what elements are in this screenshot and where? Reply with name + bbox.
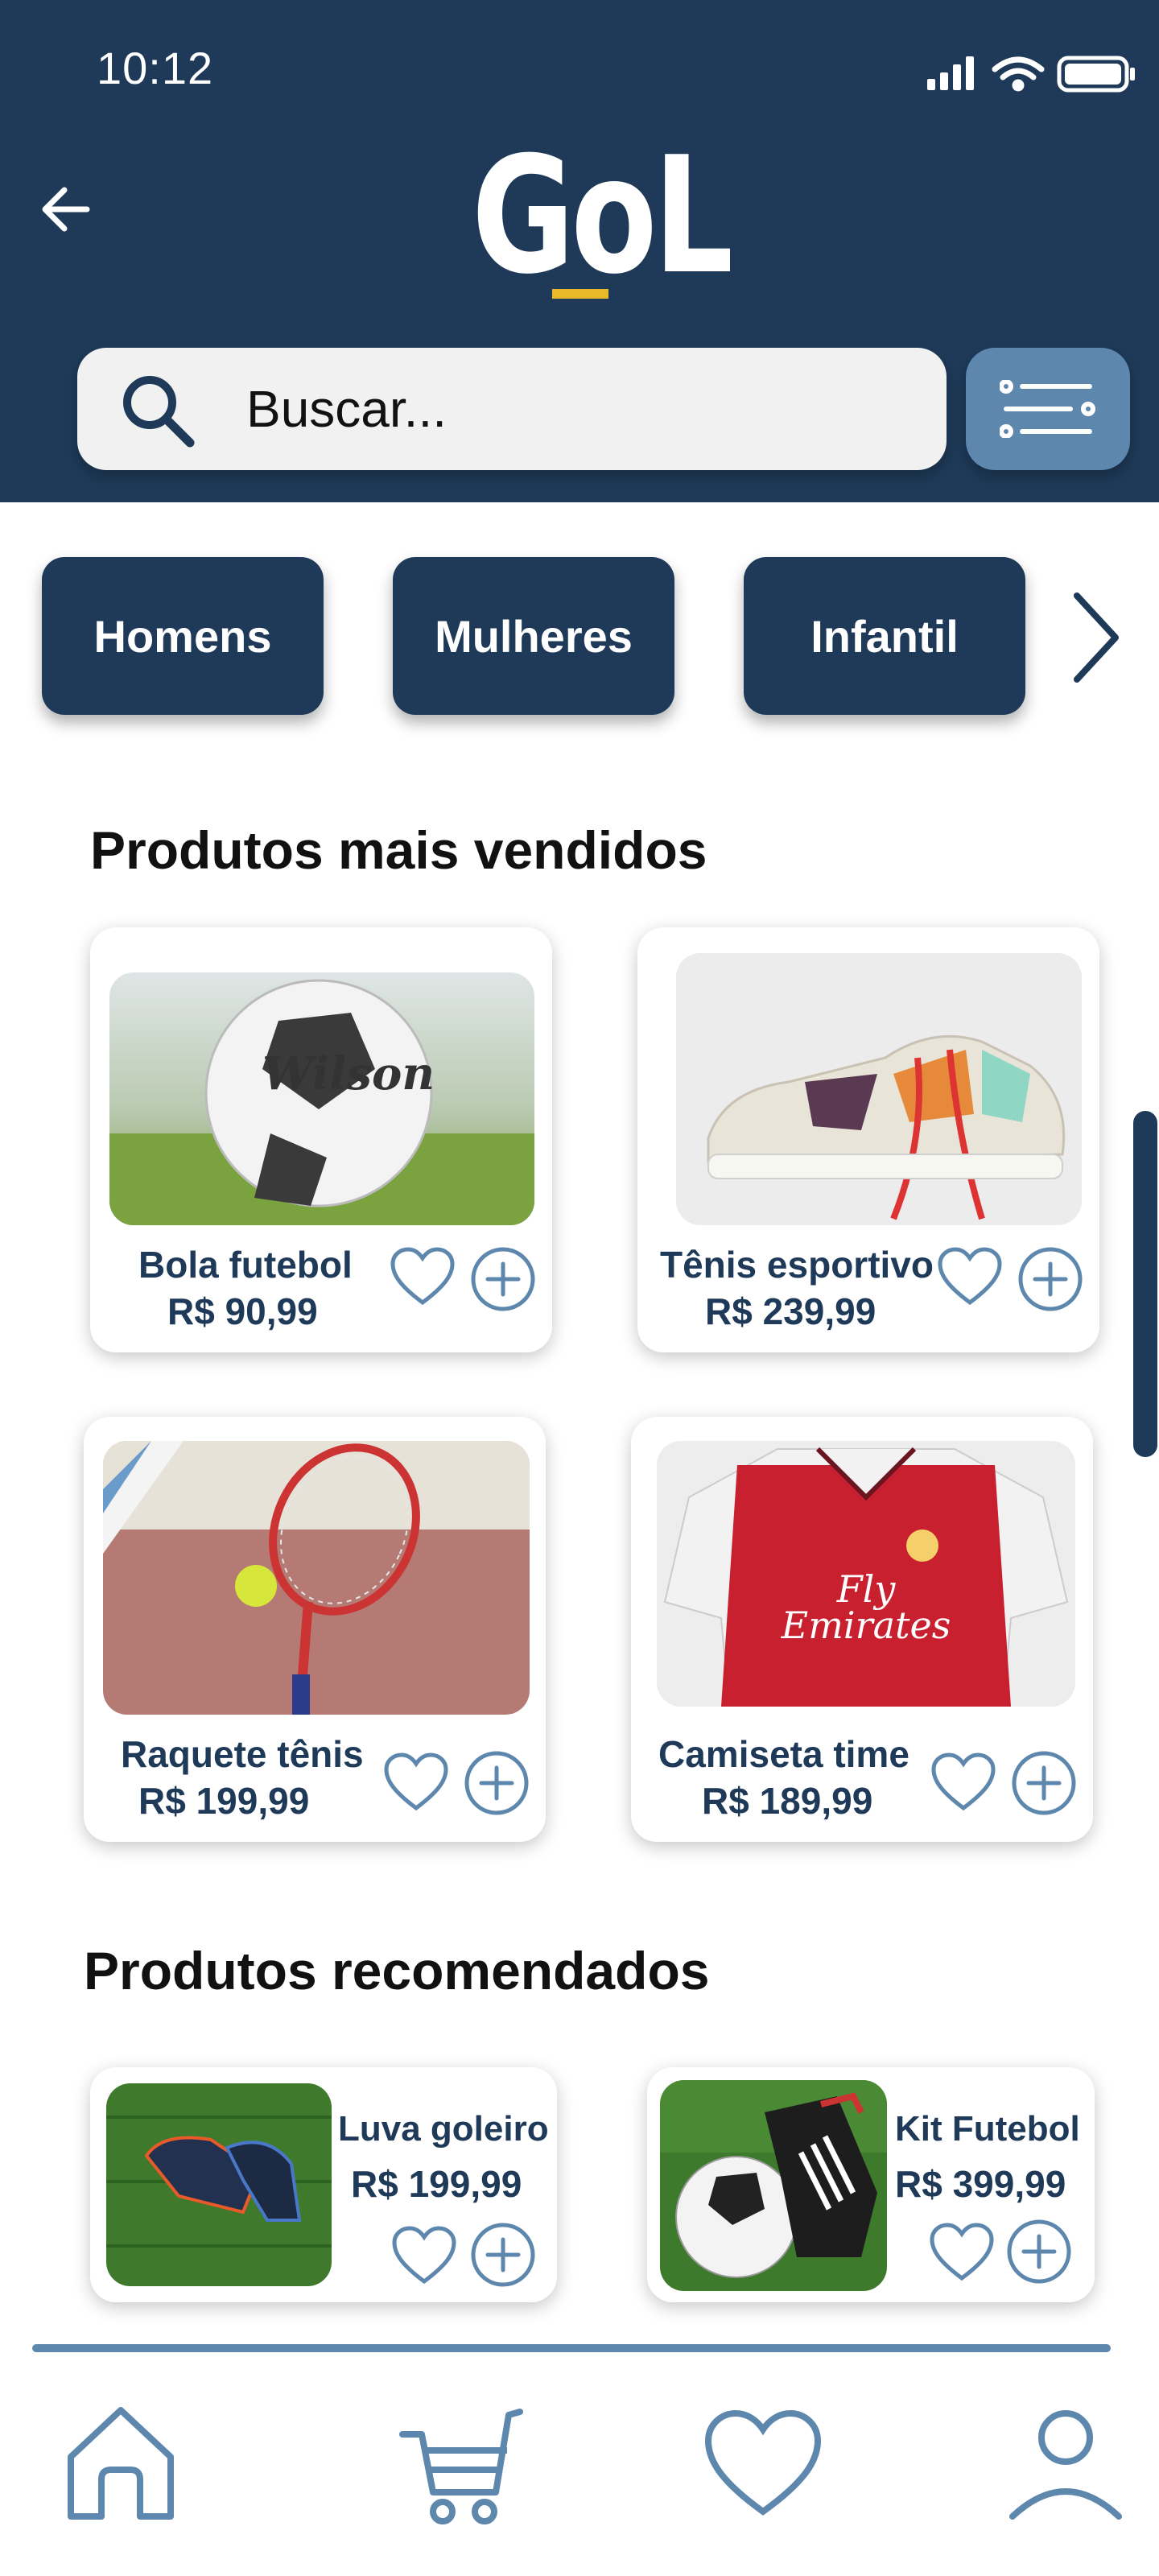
filter-icon	[1000, 380, 1095, 438]
search-input[interactable]	[246, 372, 906, 446]
product-price: R$ 199,99	[351, 2163, 522, 2205]
heart-icon[interactable]	[929, 2222, 995, 2283]
signal-icon	[927, 56, 974, 90]
logo-underline	[552, 289, 608, 299]
product-image-kit	[660, 2080, 887, 2291]
category-bar: Homens Mulheres Infantil	[0, 557, 1159, 718]
logo-text: GoL	[472, 122, 733, 310]
product-image-ball: Wilson	[109, 972, 534, 1225]
recommended-title: Produtos recomendados	[84, 1941, 710, 2000]
search-box[interactable]	[77, 348, 947, 470]
product-name: Raquete tênis	[121, 1733, 364, 1775]
add-circle-icon[interactable]	[470, 1246, 536, 1312]
svg-text:Wilson: Wilson	[262, 1047, 435, 1100]
product-price: R$ 90,99	[167, 1290, 318, 1332]
arrow-left-icon	[42, 187, 90, 232]
category-kids-button[interactable]: Infantil	[744, 557, 1025, 715]
cart-icon	[399, 2409, 523, 2524]
heart-icon[interactable]	[383, 1752, 449, 1813]
status-icons	[918, 50, 1159, 98]
product-price: R$ 399,99	[895, 2163, 1066, 2205]
product-card-racket[interactable]: Raquete tênis R$ 199,99	[84, 1417, 546, 1842]
product-image-gloves	[106, 2083, 332, 2286]
product-image-sneaker	[676, 953, 1082, 1225]
filter-button[interactable]	[966, 348, 1130, 470]
add-circle-icon[interactable]	[1011, 1750, 1077, 1816]
product-card-gloves[interactable]: Luva goleiro R$ 199,99	[90, 2067, 557, 2302]
product-price: R$ 189,99	[702, 1780, 873, 1822]
category-women-button[interactable]: Mulheres	[393, 557, 674, 715]
add-circle-icon[interactable]	[1006, 2219, 1072, 2285]
product-card-kit[interactable]: Kit Futebol R$ 399,99	[647, 2067, 1095, 2302]
profile-icon	[1009, 2410, 1122, 2520]
product-name: Tênis esportivo	[660, 1244, 934, 1286]
status-time: 10:12	[97, 43, 214, 93]
product-image-racket	[103, 1441, 530, 1715]
search-icon	[123, 376, 195, 448]
scrollbar[interactable]	[1133, 1111, 1157, 1457]
best-sellers-title: Produtos mais vendidos	[90, 820, 707, 880]
product-card-jersey[interactable]: Fly Emirates Camiseta time R$ 189,99	[631, 1417, 1093, 1842]
product-card-ball[interactable]: Wilson Bola futebol R$ 90,99	[90, 927, 552, 1352]
back-button[interactable]	[35, 177, 100, 242]
heart-icon[interactable]	[930, 1752, 996, 1813]
add-circle-icon[interactable]	[470, 2222, 536, 2288]
product-card-sneaker[interactable]: Tênis esportivo R$ 239,99	[637, 927, 1099, 1352]
product-image-jersey: Fly Emirates	[657, 1441, 1075, 1707]
nav-profile-button[interactable]	[1001, 2399, 1130, 2528]
product-price: R$ 199,99	[138, 1780, 310, 1822]
nav-cart-button[interactable]	[394, 2399, 523, 2528]
add-circle-icon[interactable]	[464, 1750, 530, 1816]
nav-home-button[interactable]	[56, 2399, 185, 2528]
home-icon	[68, 2407, 174, 2520]
heart-icon[interactable]	[390, 1246, 456, 1307]
app-header: 10:12 GoL	[0, 0, 1159, 502]
nav-favorites-button[interactable]	[699, 2399, 827, 2528]
product-price: R$ 239,99	[705, 1290, 876, 1332]
categories-next-button[interactable]	[1062, 589, 1127, 686]
heart-icon	[704, 2409, 822, 2516]
product-name: Camiseta time	[658, 1733, 909, 1775]
wifi-icon	[992, 56, 1045, 92]
heart-icon[interactable]	[391, 2225, 457, 2286]
product-name: Bola futebol	[138, 1244, 353, 1286]
category-men-button[interactable]: Homens	[42, 557, 324, 715]
product-name: Kit Futebol	[895, 2109, 1080, 2149]
chevron-right-icon	[1074, 592, 1119, 683]
add-circle-icon[interactable]	[1017, 1246, 1083, 1312]
svg-text:Emirates: Emirates	[781, 1604, 951, 1647]
battery-icon	[1057, 56, 1135, 93]
heart-icon[interactable]	[937, 1246, 1003, 1307]
bottom-nav-divider	[32, 2344, 1111, 2352]
product-name: Luva goleiro	[338, 2109, 549, 2149]
logo: GoL	[472, 132, 733, 309]
